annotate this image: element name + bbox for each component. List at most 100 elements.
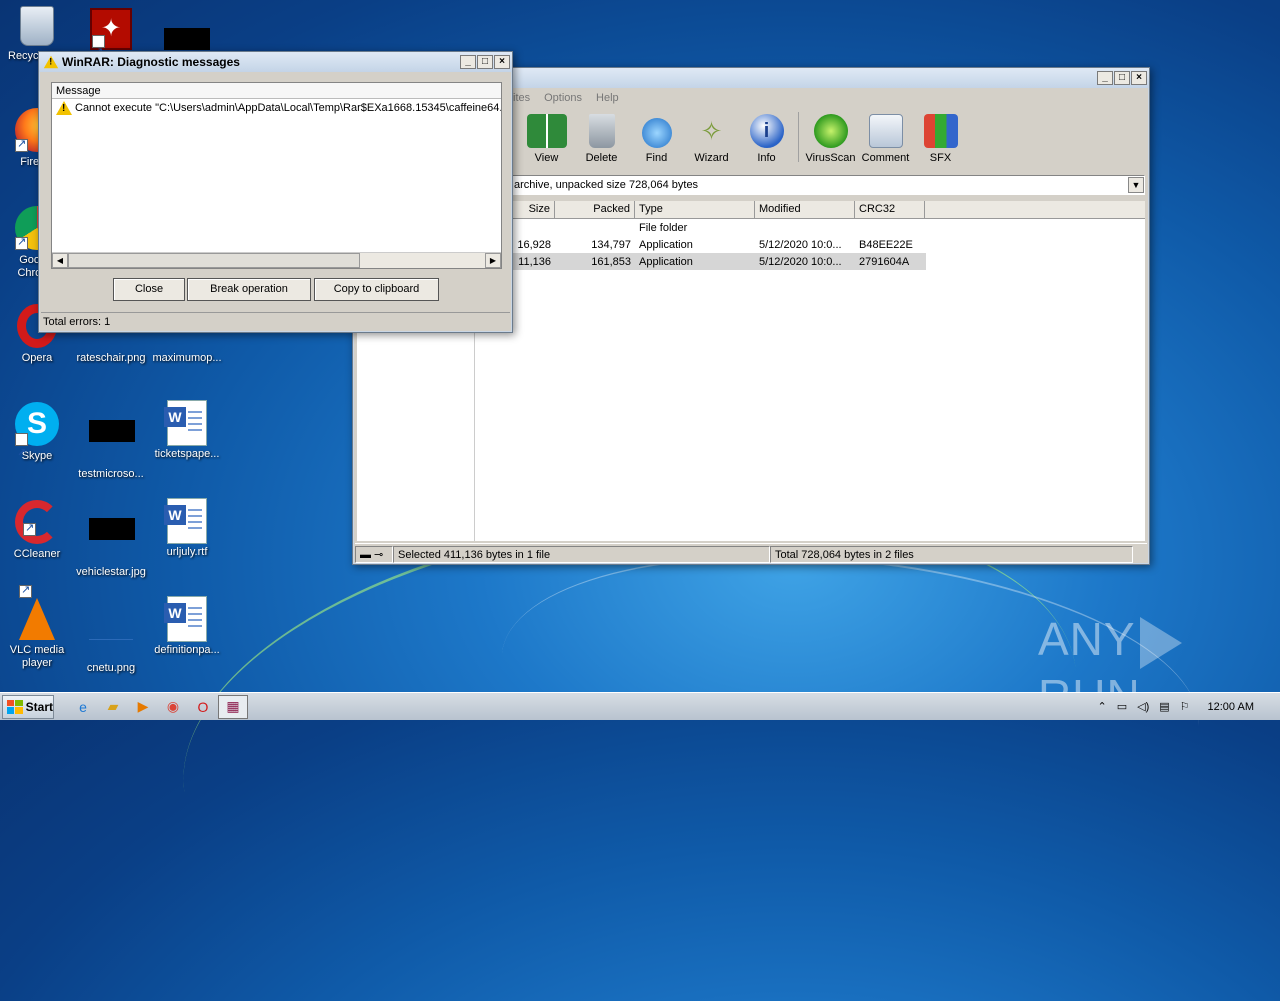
- recycle-bin-icon: [20, 6, 54, 46]
- media-player-icon[interactable]: ▶: [128, 695, 158, 719]
- file-list-header: Size Packed Type Modified CRC32: [475, 201, 1145, 219]
- column-modified[interactable]: Modified: [755, 201, 855, 218]
- maximize-button[interactable]: □: [1114, 71, 1130, 85]
- action-center-icon[interactable]: ▭: [1117, 700, 1127, 713]
- chevron-down-icon[interactable]: ▼: [1128, 177, 1144, 193]
- book-icon: [526, 114, 567, 148]
- file-list[interactable]: Size Packed Type Modified CRC32 File fol…: [475, 201, 1145, 541]
- magnifier-icon: [641, 118, 672, 148]
- trash-icon: [588, 114, 615, 148]
- redacted-thumbnail: [89, 420, 135, 464]
- message-list[interactable]: Message Cannot execute "C:\Users\admin\A…: [51, 82, 502, 269]
- column-message[interactable]: Message: [52, 83, 501, 99]
- status-bar: ▬ ⊸ Selected 411,136 bytes in 1 file Tot…: [355, 543, 1147, 564]
- warning-icon: [43, 55, 59, 69]
- minimize-button[interactable]: _: [1097, 71, 1113, 85]
- table-row[interactable]: File folder: [475, 219, 1145, 236]
- desktop-icon-label: VLC media player: [9, 644, 65, 669]
- desktop-icon-ccleaner[interactable]: CCleaner: [0, 500, 74, 561]
- tool-delete[interactable]: Delete: [574, 114, 629, 166]
- tool-virusscan[interactable]: VirusScan: [803, 114, 858, 166]
- acrobat-icon: ✦: [90, 8, 132, 71]
- tool-sfx[interactable]: SFX: [913, 114, 968, 166]
- desktop-icon-definitionpa[interactable]: W definitionpa...: [150, 596, 224, 657]
- start-button[interactable]: Start: [2, 694, 54, 719]
- break-operation-button[interactable]: Break operation: [187, 278, 311, 301]
- shortcut-arrow-icon: [15, 137, 28, 152]
- tool-view[interactable]: View: [519, 114, 574, 166]
- tool-find[interactable]: Find: [629, 118, 684, 166]
- scroll-left-icon[interactable]: ◀: [52, 253, 68, 268]
- desktop-icon-vehiclestar[interactable]: vehiclestar.jpg: [74, 500, 148, 579]
- maximize-button[interactable]: □: [477, 55, 493, 69]
- desktop-icon-ticketspape[interactable]: W ticketspape...: [150, 400, 224, 461]
- desktop-icon-label: urljuly.rtf: [166, 546, 208, 558]
- desktop-icon-urljuly[interactable]: W urljuly.rtf: [150, 498, 224, 559]
- scroll-right-icon[interactable]: ▶: [485, 253, 501, 268]
- desktop-icon-label: definitionpa...: [154, 644, 220, 656]
- network-icon[interactable]: ▤: [1159, 700, 1169, 713]
- desktop-icon-label: testmicroso...: [78, 468, 144, 480]
- explorer-folder-icon[interactable]: ▰: [98, 695, 128, 719]
- drive-key-icon[interactable]: ▬ ⊸: [355, 545, 393, 563]
- image-file-icon: [89, 614, 133, 658]
- sfx-icon: [923, 114, 958, 148]
- copy-to-clipboard-button[interactable]: Copy to clipboard: [314, 278, 439, 301]
- column-type[interactable]: Type: [635, 201, 755, 218]
- show-hidden-icons-icon[interactable]: ⌃: [1097, 700, 1106, 713]
- wand-icon: ✧: [700, 116, 723, 146]
- word-document-icon: W: [164, 596, 209, 642]
- opera-icon[interactable]: O: [188, 695, 218, 719]
- close-button[interactable]: ×: [494, 55, 510, 69]
- chrome-icon[interactable]: ◉: [158, 695, 188, 719]
- menu-help[interactable]: Help: [596, 92, 619, 104]
- volume-icon[interactable]: ◁): [1137, 700, 1149, 713]
- taskbar: Start e ▰ ▶ ◉ O ▦ ⌃ ▭ ◁) ▤ ⚐ 12:00 AM: [0, 692, 1280, 720]
- menu-favorites[interactable]: ites: [513, 92, 530, 104]
- table-row[interactable]: 16,928 134,797 Application 5/12/2020 10:…: [475, 236, 1145, 253]
- desktop-icon-label: Opera: [21, 352, 53, 364]
- tool-comment[interactable]: Comment: [858, 114, 913, 166]
- toolbar-separator: [798, 112, 799, 162]
- desktop-icon-label: ticketspape...: [154, 448, 220, 460]
- close-button[interactable]: ×: [1131, 71, 1147, 85]
- desktop-icon-skype[interactable]: S Skype: [0, 402, 74, 475]
- ccleaner-icon: [15, 500, 59, 544]
- desktop-icon-acrobat[interactable]: ✦: [74, 8, 148, 71]
- tool-wizard[interactable]: ✧ Wizard: [684, 114, 739, 166]
- table-row-selected[interactable]: 11,136 161,853 Application 5/12/2020 10:…: [475, 253, 926, 270]
- shortcut-arrow-icon: [19, 583, 32, 598]
- vlc-cone-icon: [19, 583, 55, 640]
- menu-options[interactable]: Options: [544, 92, 582, 104]
- dialog-titlebar[interactable]: WinRAR: Diagnostic messages _ □ ×: [39, 52, 512, 72]
- horizontal-scrollbar[interactable]: ◀ ▶: [52, 252, 501, 268]
- column-packed[interactable]: Packed: [555, 201, 635, 218]
- warning-icon: [56, 100, 72, 115]
- comment-icon: [868, 114, 903, 148]
- desktop-icon-hidden[interactable]: [150, 14, 224, 50]
- list-item[interactable]: Cannot execute "C:\Users\admin\AppData\L…: [52, 99, 501, 116]
- desktop-icon-testmicroso[interactable]: testmicroso...: [74, 402, 148, 481]
- word-document-icon: W: [164, 400, 209, 446]
- clock[interactable]: 12:00 AM: [1208, 701, 1254, 713]
- desktop-icon-label: rateschair.png: [76, 352, 146, 364]
- system-tray: ⌃ ▭ ◁) ▤ ⚐ 12:00 AM: [1097, 700, 1280, 714]
- ie-icon[interactable]: e: [68, 695, 98, 719]
- column-crc32[interactable]: CRC32: [855, 201, 925, 218]
- flag-icon[interactable]: ⚐: [1180, 700, 1190, 713]
- tool-info[interactable]: i Info: [739, 114, 794, 166]
- desktop-icon-vlc[interactable]: VLC media player: [0, 583, 74, 670]
- shortcut-arrow-icon: [15, 235, 28, 250]
- desktop-icon-label: CCleaner: [13, 548, 61, 560]
- close-dialog-button[interactable]: Close: [113, 278, 185, 301]
- message-text: Cannot execute "C:\Users\admin\AppData\L…: [75, 101, 501, 114]
- dialog-status: Total errors: 1: [41, 312, 510, 331]
- desktop-icon-cnetu[interactable]: cnetu.png: [74, 598, 148, 675]
- scroll-thumb[interactable]: [68, 253, 360, 268]
- minimize-button[interactable]: _: [460, 55, 476, 69]
- winrar-taskbar-icon[interactable]: ▦: [218, 694, 248, 719]
- desktop-icon-label: vehiclestar.jpg: [76, 566, 146, 578]
- path-combobox[interactable]: archive, unpacked size 728,064 bytes ▼: [511, 175, 1145, 195]
- desktop-icon-label: maximumop...: [152, 352, 222, 364]
- redacted-thumbnail: [89, 518, 135, 562]
